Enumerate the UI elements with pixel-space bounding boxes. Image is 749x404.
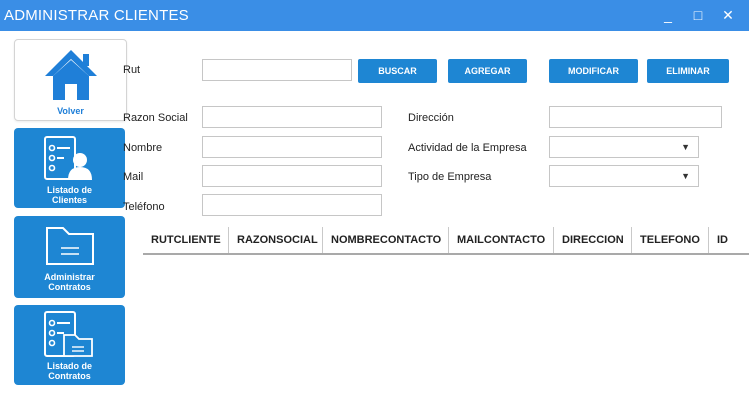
close-button[interactable]: ✕ bbox=[718, 5, 738, 25]
eliminar-button[interactable]: ELIMINAR bbox=[647, 59, 729, 83]
window-title: ADMINISTRAR CLIENTES bbox=[4, 7, 189, 24]
telefono-label: Teléfono bbox=[123, 201, 165, 213]
listado-clientes-label-1: Listado de bbox=[46, 185, 92, 195]
clientes-table[interactable]: RUTCLIENTE RAZONSOCIAL NOMBRECONTACTO MA… bbox=[143, 227, 749, 257]
column-header-razonsocial[interactable]: RAZONSOCIAL bbox=[229, 227, 323, 253]
chevron-down-icon: ▼ bbox=[681, 142, 690, 152]
agregar-button[interactable]: AGREGAR bbox=[448, 59, 527, 83]
razon-social-input[interactable] bbox=[202, 106, 382, 128]
rut-input[interactable] bbox=[202, 59, 352, 81]
tipo-select[interactable]: ▼ bbox=[549, 165, 699, 187]
rut-label: Rut bbox=[123, 64, 141, 76]
client-list-icon bbox=[44, 136, 92, 180]
volver-label: Volver bbox=[57, 106, 84, 116]
listado-clientes-label-2: Clientes bbox=[51, 195, 87, 205]
column-header-nombrecontacto[interactable]: NOMBRECONTACTO bbox=[323, 227, 449, 253]
maximize-button[interactable]: □ bbox=[688, 5, 708, 25]
column-header-rutcliente[interactable]: RUTCLIENTE bbox=[143, 227, 229, 253]
chevron-down-icon: ▼ bbox=[681, 171, 690, 181]
column-header-direccion[interactable]: DIRECCION bbox=[554, 227, 632, 253]
mail-input[interactable] bbox=[202, 165, 382, 187]
administrar-contratos-label-1: Administrar bbox=[44, 272, 95, 282]
minimize-button[interactable]: _ bbox=[658, 5, 678, 25]
listado-clientes-button[interactable]: Listado de Clientes bbox=[14, 128, 125, 208]
direccion-input[interactable] bbox=[549, 106, 722, 128]
buscar-button[interactable]: BUSCAR bbox=[358, 59, 437, 83]
contract-list-icon bbox=[44, 311, 93, 357]
column-header-telefono[interactable]: TELEFONO bbox=[632, 227, 709, 253]
column-header-id[interactable]: ID bbox=[709, 227, 749, 253]
folder-icon bbox=[46, 227, 94, 265]
modificar-button[interactable]: MODIFICAR bbox=[549, 59, 638, 83]
mail-label: Mail bbox=[123, 171, 144, 183]
volver-button[interactable]: Volver bbox=[14, 39, 127, 121]
actividad-label: Actividad de la Empresa bbox=[408, 142, 527, 154]
listado-contratos-button[interactable]: Listado de Contratos bbox=[14, 305, 125, 385]
title-bar: ADMINISTRAR CLIENTES _ □ ✕ bbox=[0, 0, 749, 31]
listado-contratos-label-2: Contratos bbox=[48, 371, 91, 381]
home-icon bbox=[45, 50, 97, 100]
razon-social-label: Razon Social bbox=[123, 112, 188, 124]
direccion-label: Dirección bbox=[408, 112, 454, 124]
listado-contratos-label-1: Listado de bbox=[46, 361, 92, 371]
actividad-select[interactable]: ▼ bbox=[549, 136, 699, 158]
administrar-contratos-label-2: Contratos bbox=[48, 282, 91, 292]
column-header-mailcontacto[interactable]: MAILCONTACTO bbox=[449, 227, 554, 253]
nombre-label: Nombre bbox=[123, 142, 163, 154]
telefono-input[interactable] bbox=[202, 194, 382, 216]
tipo-label: Tipo de Empresa bbox=[408, 171, 492, 183]
nombre-input[interactable] bbox=[202, 136, 382, 158]
table-header: RUTCLIENTE RAZONSOCIAL NOMBRECONTACTO MA… bbox=[143, 227, 749, 255]
administrar-contratos-button[interactable]: Administrar Contratos bbox=[14, 216, 125, 298]
